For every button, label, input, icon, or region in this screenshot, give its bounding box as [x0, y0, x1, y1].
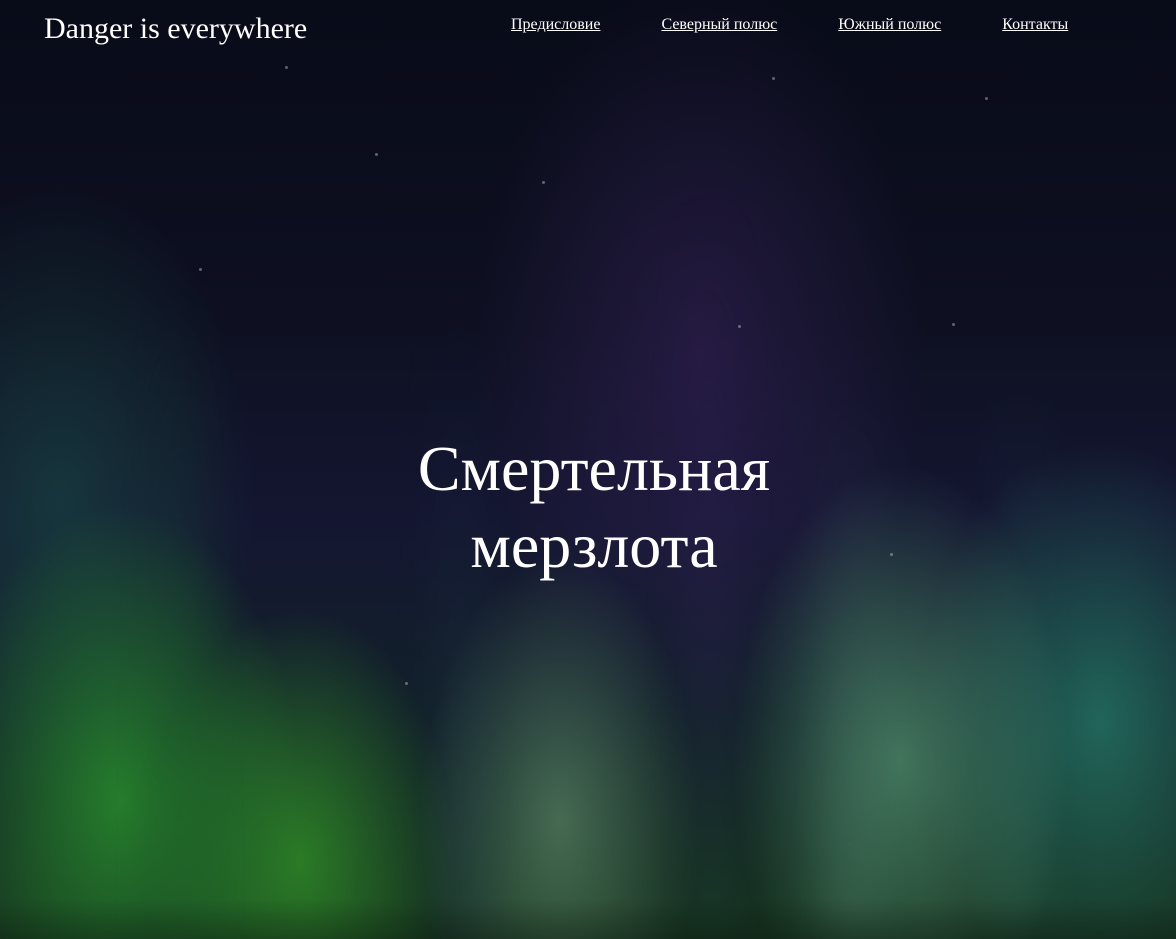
nav-link-south-pole[interactable]: Южный полюс: [838, 14, 941, 36]
bottom-shade: [0, 899, 1176, 939]
main-nav: Предисловие Северный полюс Южный полюс К…: [511, 14, 1068, 36]
nav-link-preface[interactable]: Предисловие: [511, 14, 600, 36]
star: [542, 181, 545, 184]
star: [375, 153, 378, 156]
site-header: Danger is everywhere Предисловие Северны…: [0, 0, 1176, 60]
nav-link-contacts[interactable]: Контакты: [1002, 14, 1068, 36]
star: [738, 325, 741, 328]
star: [772, 77, 775, 80]
site-logo[interactable]: Danger is everywhere: [44, 10, 307, 48]
page: Danger is everywhere Предисловие Северны…: [0, 0, 1176, 939]
star: [952, 323, 955, 326]
hero-title: Смертельная мерзлота: [417, 433, 771, 581]
star: [985, 97, 988, 100]
star: [405, 682, 408, 685]
star: [285, 66, 288, 69]
nav-link-north-pole[interactable]: Северный полюс: [661, 14, 777, 36]
star: [199, 268, 202, 271]
hero-section: Смертельная мерзлота: [0, 430, 1176, 584]
